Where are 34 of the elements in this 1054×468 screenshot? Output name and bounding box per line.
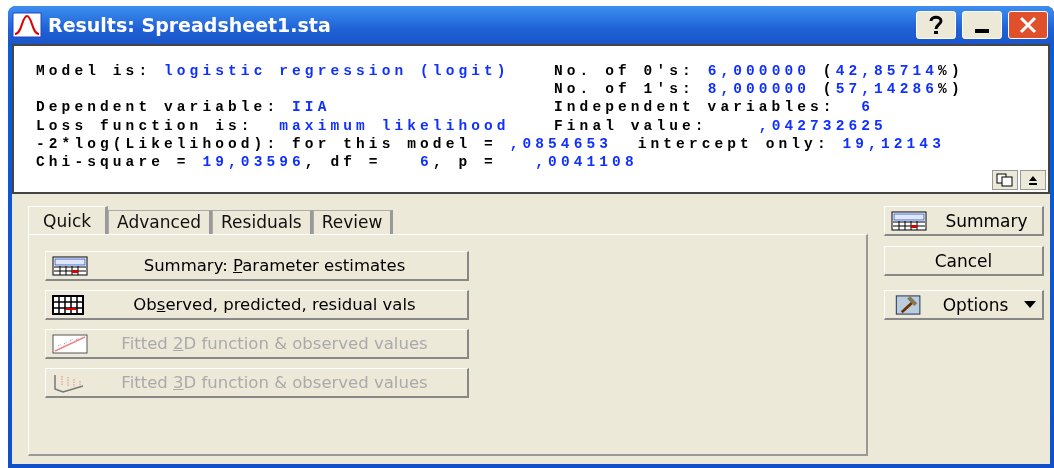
help-button[interactable] bbox=[916, 11, 956, 39]
dialog-button[interactable]: Cancel bbox=[884, 246, 1044, 276]
minimize-icon bbox=[975, 29, 989, 33]
copy-icon bbox=[996, 173, 1014, 187]
window-title: Results: Spreadsheet1.sta bbox=[48, 14, 332, 36]
minimize-button[interactable] bbox=[962, 11, 1002, 39]
expand-button[interactable] bbox=[1020, 170, 1046, 190]
tab[interactable]: Residuals bbox=[212, 210, 313, 234]
output-line: Final value: ,042732625 bbox=[554, 116, 888, 135]
line-plot-icon bbox=[52, 333, 88, 354]
question-mark-icon bbox=[929, 15, 943, 35]
output-line: Dependent variable: IIA bbox=[36, 98, 332, 117]
output-line: Model is: logistic regression (logit) bbox=[36, 62, 511, 81]
output-line: No. of 1's: 8,000000 (57,14286%) bbox=[554, 80, 965, 99]
output-line: Chi-square = 19,03596, df = 6, p = ,0041108 bbox=[36, 153, 639, 172]
action-button[interactable]: Summary: Parameter estimates bbox=[45, 251, 469, 281]
close-icon bbox=[1018, 16, 1038, 34]
output-line: No. of 0's: 6,000000 (42,85714%) bbox=[554, 62, 965, 81]
output-line: -2*log(Likelihood): for this model = ,0854653 intercept only: 19,12143 bbox=[36, 134, 946, 153]
table-icon bbox=[891, 210, 927, 231]
output-line: Loss function is: maximum likelihood bbox=[36, 116, 511, 135]
tab[interactable]: Quick bbox=[28, 206, 109, 234]
dialog-button[interactable]: Summary bbox=[884, 206, 1044, 236]
bell-curve-icon bbox=[12, 12, 42, 38]
tab[interactable]: Review bbox=[312, 210, 394, 234]
action-button[interactable]: Observed, predicted, residual vals bbox=[45, 290, 469, 320]
table-icon bbox=[52, 255, 88, 276]
up-arrow-icon bbox=[1027, 174, 1039, 186]
tab[interactable]: Advanced bbox=[108, 210, 213, 234]
options-button[interactable]: Options bbox=[884, 290, 1044, 320]
output-line: Independent variables: 6 bbox=[554, 98, 876, 117]
caret-icon bbox=[1024, 300, 1036, 309]
copy-button[interactable] bbox=[992, 170, 1018, 190]
close-button[interactable] bbox=[1008, 11, 1048, 39]
